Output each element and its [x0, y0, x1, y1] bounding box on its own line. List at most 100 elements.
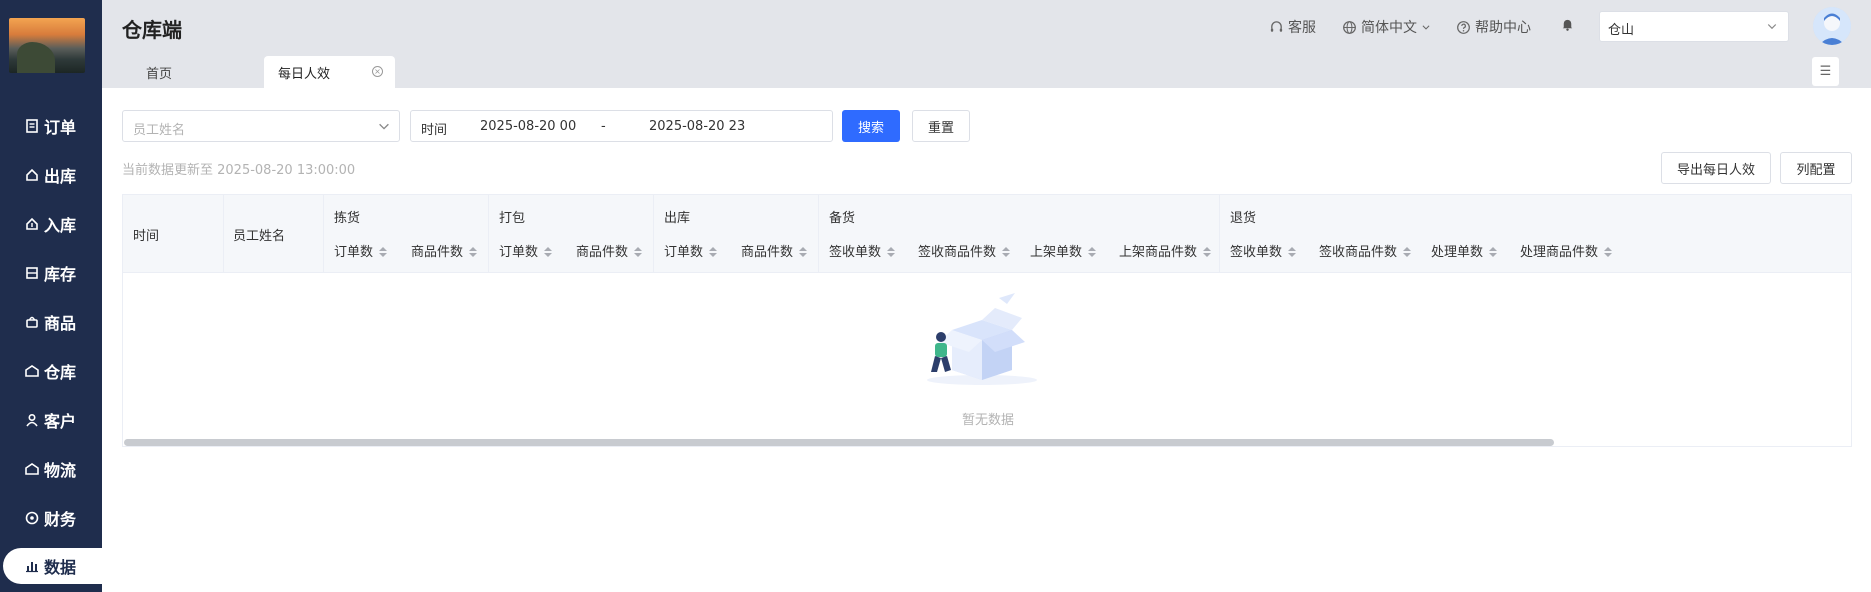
sidebar-item-warehouse[interactable]: 仓库 [0, 346, 102, 395]
export-daily-efficiency-button[interactable]: 导出每日人效 [1661, 152, 1771, 184]
sidebar-item-logistics[interactable]: 物流 [0, 444, 102, 493]
sidebar-item-label: 订单 [44, 117, 77, 137]
reset-button[interactable]: 重置 [912, 110, 970, 142]
col-stocking-received-orders[interactable]: 签收单数 [829, 241, 896, 260]
warehouse-select[interactable]: 仓山 [1599, 11, 1789, 42]
col-returns-received-items[interactable]: 签收商品件数 [1319, 241, 1412, 260]
sort-icon[interactable] [379, 247, 388, 258]
sidebar-item-customers[interactable]: 客户 [0, 395, 102, 444]
col-employee-name: 员工姓名 [233, 229, 286, 244]
tab-label: 首页 [146, 66, 173, 82]
help-center-link[interactable]: 帮助中心 [1456, 17, 1531, 37]
sidebar-item-outbound[interactable]: 出库 [0, 150, 102, 199]
customer-service-link[interactable]: 客服 [1269, 17, 1316, 37]
col-time: 时间 [133, 229, 160, 244]
col-returns-processed-items[interactable]: 处理商品件数 [1520, 241, 1613, 260]
sidebar-item-finance[interactable]: 财务 [0, 493, 102, 542]
sort-icon[interactable] [1489, 247, 1498, 258]
help-center-label: 帮助中心 [1475, 20, 1531, 36]
language-selector[interactable]: 简体中文 [1342, 17, 1431, 37]
sort-icon[interactable] [1288, 247, 1297, 258]
sidebar-item-inbound[interactable]: 入库 [0, 199, 102, 248]
employee-name-select[interactable]: 员工姓名 [122, 110, 400, 142]
sidebar-item-orders[interactable]: 订单 [0, 101, 102, 150]
chevron-down-icon [1422, 25, 1430, 30]
chart-icon [25, 559, 39, 573]
sidebar-item-label: 数据 [44, 558, 77, 577]
time-range-picker[interactable]: 时间 2025-08-20 00 - 2025-08-20 23 [410, 110, 833, 142]
time-separator: - [601, 119, 606, 134]
document-icon [25, 118, 39, 133]
col-picking-orders[interactable]: 订单数 [334, 241, 388, 260]
sort-icon[interactable] [709, 247, 718, 258]
col-outbound-orders[interactable]: 订单数 [664, 241, 718, 260]
sidebar-item-data[interactable]: 数据 [3, 548, 102, 584]
col-label: 处理商品件数 [1520, 245, 1599, 260]
sort-icon[interactable] [1002, 247, 1011, 258]
sort-icon[interactable] [1604, 247, 1613, 258]
avatar[interactable] [1813, 7, 1851, 45]
sidebar-item-label: 仓库 [44, 362, 77, 382]
sort-icon[interactable] [887, 247, 896, 258]
search-button[interactable]: 搜索 [842, 110, 900, 142]
end-time[interactable]: 2025-08-20 23 [649, 119, 745, 134]
col-label: 签收商品件数 [918, 245, 997, 260]
col-packing-orders[interactable]: 订单数 [499, 241, 553, 260]
headset-icon [1270, 20, 1283, 32]
close-icon[interactable]: × [372, 66, 383, 77]
group-returns: 退货 [1230, 211, 1257, 226]
sort-icon[interactable] [1403, 247, 1412, 258]
sidebar-item-label: 库存 [44, 264, 77, 284]
group-picking: 拣货 [334, 211, 361, 226]
horizontal-scrollbar[interactable] [124, 439, 1554, 446]
col-packing-items[interactable]: 商品件数 [576, 241, 643, 260]
empty-box-illustration [927, 293, 1037, 385]
col-label: 签收单数 [829, 245, 882, 260]
col-stocking-received-items[interactable]: 签收商品件数 [918, 241, 1011, 260]
chevron-down-icon [379, 123, 389, 130]
menu-icon: ☰ [1819, 64, 1832, 79]
notification-button[interactable] [1560, 17, 1575, 32]
sort-icon[interactable] [469, 247, 478, 258]
column-config-button[interactable]: 列配置 [1780, 152, 1852, 184]
col-stocking-shelved-orders[interactable]: 上架单数 [1030, 241, 1097, 260]
col-picking-items[interactable]: 商品件数 [411, 241, 478, 260]
start-time[interactable]: 2025-08-20 00 [480, 119, 576, 134]
col-label: 签收商品件数 [1319, 245, 1398, 260]
sidebar-item-label: 客户 [44, 411, 77, 431]
col-label: 处理单数 [1431, 245, 1484, 260]
sort-icon[interactable] [799, 247, 808, 258]
col-outbound-items[interactable]: 商品件数 [741, 241, 808, 260]
table-header: 时间 员工姓名 拣货 订单数 商品件数 打包 订单数 商品件数 出库 订单数 商… [123, 195, 1851, 273]
group-outbound: 出库 [664, 211, 691, 226]
logistics-icon [25, 462, 39, 476]
header: 仓库端 客服 简体中文 帮助中心 仓山 首页 每日人效 × ☰ [102, 0, 1871, 88]
sort-icon[interactable] [1203, 247, 1212, 258]
tab-menu-button[interactable]: ☰ [1812, 57, 1839, 86]
warehouse-icon [25, 364, 39, 378]
sidebar-item-products[interactable]: 商品 [0, 297, 102, 346]
inbound-icon [25, 217, 39, 231]
col-returns-received-orders[interactable]: 签收单数 [1230, 241, 1297, 260]
app-title: 仓库端 [122, 18, 182, 42]
warehouse-select-value: 仓山 [1608, 23, 1635, 38]
sort-icon[interactable] [544, 247, 553, 258]
sidebar-item-inventory[interactable]: 库存 [0, 248, 102, 297]
finance-icon [25, 511, 39, 525]
help-icon [1457, 20, 1470, 34]
col-stocking-shelved-items[interactable]: 上架商品件数 [1119, 241, 1212, 260]
sidebar-item-label: 商品 [44, 313, 77, 333]
tab-label: 每日人效 [278, 66, 331, 82]
empty-text: 暂无数据 [961, 413, 1014, 428]
col-returns-processed-orders[interactable]: 处理单数 [1431, 241, 1498, 260]
customer-service-label: 客服 [1288, 20, 1316, 36]
sort-icon[interactable] [634, 247, 643, 258]
col-label: 订单数 [334, 245, 374, 260]
tab-home[interactable]: 首页 [122, 56, 242, 88]
time-label: 时间 [421, 123, 448, 138]
language-label: 简体中文 [1361, 20, 1417, 36]
col-label: 订单数 [664, 245, 704, 260]
sort-icon[interactable] [1088, 247, 1097, 258]
globe-icon [1343, 20, 1356, 34]
tab-daily-efficiency[interactable]: 每日人效 × [264, 56, 395, 88]
